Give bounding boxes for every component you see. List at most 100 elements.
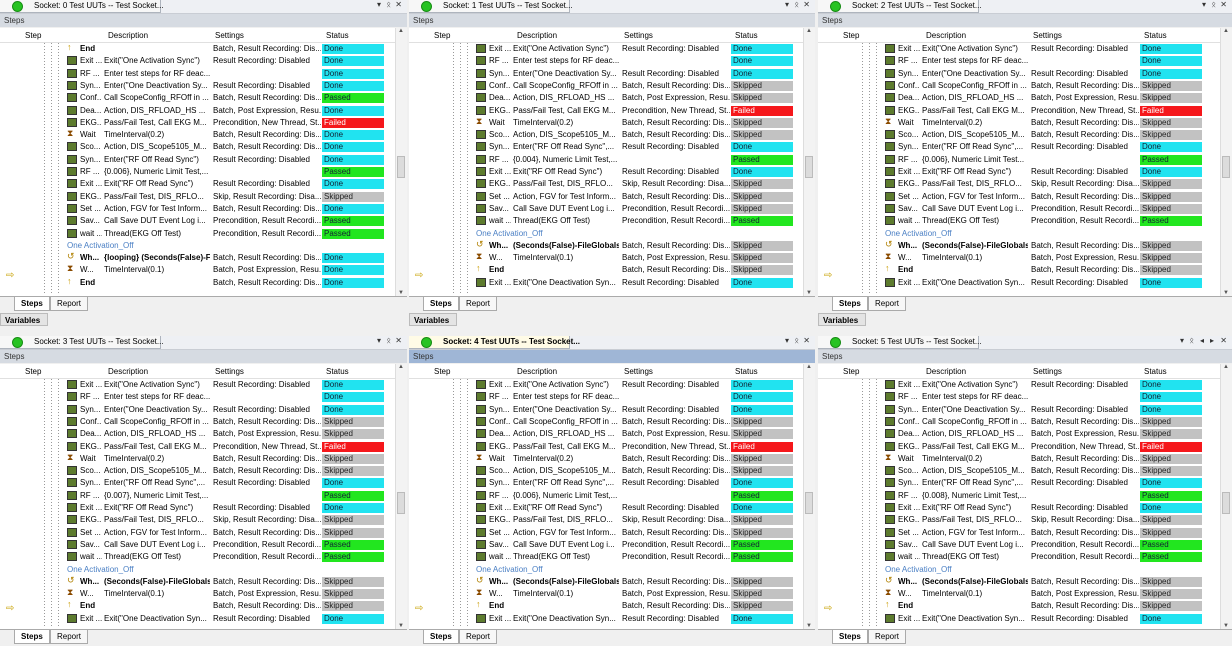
table-row[interactable]: Syn... Enter("RF Off Read Sync") Result Re… <box>0 154 395 166</box>
column-header-status[interactable]: Status <box>326 31 349 40</box>
table-row[interactable]: Exit ... Exit("One Activation Sync") Resul… <box>0 379 395 391</box>
steps-grid[interactable]: Step Description Settings Status Exit ... Exi… <box>409 364 815 630</box>
dropdown-icon[interactable]: ▾ <box>377 0 381 9</box>
table-row[interactable]: ↺ Wh... (Seconds(False)-FileGlobals... Batc… <box>409 239 803 252</box>
close-icon[interactable]: ✕ <box>395 336 402 345</box>
table-row[interactable]: Dea... Action, DIS_RFLOAD_HS ... Batch, Po… <box>409 92 803 104</box>
dropdown-icon[interactable]: ▾ <box>1180 336 1184 345</box>
table-row[interactable]: Syn... Enter("RF Off Read Sync",... Result… <box>0 477 395 489</box>
close-icon[interactable]: ✕ <box>1220 336 1227 345</box>
table-row[interactable]: ↑ End Batch, Result Recording: Dis... Skipp… <box>0 599 395 612</box>
table-row[interactable]: Dea... Action, DIS_RFLOAD_HS ... Batch, Po… <box>818 92 1220 104</box>
table-row[interactable]: ⧗ Wait TimeInterval(0.2) Batch, Result Reco… <box>818 452 1220 465</box>
tab-report[interactable]: Report <box>50 630 89 644</box>
tab-steps[interactable]: Steps <box>14 630 50 644</box>
variables-pane-tab[interactable]: Variables <box>818 313 866 326</box>
column-header-settings[interactable]: Settings <box>215 367 244 376</box>
close-icon[interactable]: ✕ <box>803 336 810 345</box>
column-header-settings[interactable]: Settings <box>1033 367 1062 376</box>
table-row[interactable]: ↺ Wh... (Seconds(False)-FileGlobals... Batc… <box>409 575 803 588</box>
column-header-status[interactable]: Status <box>1144 367 1167 376</box>
table-row[interactable]: ↺ Wh... (Seconds(False)-FileGlobals... Batc… <box>818 239 1220 252</box>
scroll-down-icon[interactable]: ▼ <box>398 290 404 296</box>
scroll-up-icon[interactable]: ▲ <box>1223 364 1229 370</box>
table-row[interactable]: Sav... Call Save DUT Event Log i... Precon… <box>818 203 1220 215</box>
socket-tab[interactable]: Socket: 1 Test UUTs -- Test Socket... <box>409 0 573 13</box>
column-header-step[interactable]: Step <box>843 367 859 376</box>
table-row[interactable]: EKG... Pass/Fail Test, Call EKG M... Preco… <box>409 105 803 117</box>
scroll-up-icon[interactable]: ▲ <box>398 28 404 34</box>
table-row[interactable]: Syn... Enter("RF Off Read Sync",... Result… <box>409 141 803 153</box>
table-row[interactable]: wait ... Thread(EKG Off Test) Precondition… <box>0 228 395 240</box>
table-row[interactable]: ⧗ W... TimeInterval(0.1) Batch, Post Expres… <box>409 587 803 600</box>
table-row[interactable]: RF ... Enter test steps for RF deac... Don… <box>818 391 1220 403</box>
table-row[interactable]: Syn... Enter("One Deactivation Sy... Resul… <box>818 404 1220 416</box>
scroll-thumb[interactable] <box>397 492 405 514</box>
pin-icon[interactable]: ᛟ <box>1189 336 1194 345</box>
table-row[interactable]: EKG... Pass/Fail Test, DIS_RFLO... Skip, R… <box>409 178 803 190</box>
tab-steps[interactable]: Steps <box>423 297 459 311</box>
column-header-step[interactable]: Step <box>25 367 41 376</box>
table-row[interactable]: Exit ... Exit("One Activation Sync") Resul… <box>818 379 1220 391</box>
table-row[interactable]: ⧗ Wait TimeInterval(0.2) Batch, Result Reco… <box>0 128 395 141</box>
column-header-step[interactable]: Step <box>25 31 41 40</box>
table-row[interactable]: ↑ End Batch, Result Recording: Dis... Skipp… <box>409 599 803 612</box>
table-row[interactable]: EKG... Pass/Fail Test, Call EKG M... Preco… <box>0 117 395 129</box>
pin-icon[interactable]: ᛟ <box>386 0 391 9</box>
table-row[interactable]: wait ... Thread(EKG Off Test) Precondition… <box>818 551 1220 563</box>
column-header-status[interactable]: Status <box>735 367 758 376</box>
table-row[interactable]: ⧗ Wait TimeInterval(0.2) Batch, Result Reco… <box>818 116 1220 129</box>
table-row[interactable]: ⧗ W... TimeInterval(0.1) Batch, Post Expres… <box>0 263 395 276</box>
scroll-down-icon[interactable]: ▼ <box>806 623 812 629</box>
table-row[interactable]: EKG... Pass/Fail Test, Call EKG M... Preco… <box>0 441 395 453</box>
table-row[interactable]: ↑ End Batch, Result Recording: Dis... Done <box>0 276 395 289</box>
table-row[interactable]: ⧗ Wait TimeInterval(0.2) Batch, Result Reco… <box>0 452 395 465</box>
table-row[interactable]: Sco... Action, DIS_Scope5105_M... Batch, R… <box>409 129 803 141</box>
table-row[interactable]: Sco... Action, DIS_Scope5105_M... Batch, R… <box>818 465 1220 477</box>
table-row[interactable]: Exit ... Exit("RF Off Read Sync") Result R… <box>818 166 1220 178</box>
column-header-status[interactable]: Status <box>326 367 349 376</box>
table-row[interactable]: Syn... Enter("One Deactivation Sy... Resul… <box>409 68 803 80</box>
scroll-down-icon[interactable]: ▼ <box>1223 623 1229 629</box>
tab-report[interactable]: Report <box>50 297 89 311</box>
table-row[interactable]: EKG... Pass/Fail Test, DIS_RFLO... Skip, R… <box>0 191 395 203</box>
steps-grid[interactable]: Step Description Settings Status Exit ... Exi… <box>0 364 407 630</box>
table-row[interactable]: Dea... Action, DIS_RFLOAD_HS ... Batch, Po… <box>409 428 803 440</box>
steps-grid[interactable]: Step Description Settings Status ↑ End Batch, … <box>0 28 407 297</box>
table-row[interactable]: Exit ... Exit("RF Off Read Sync") Result R… <box>409 502 803 514</box>
table-row[interactable]: EKG... Pass/Fail Test, Call EKG M... Preco… <box>818 105 1220 117</box>
scroll-thumb[interactable] <box>1222 156 1230 178</box>
table-row[interactable]: Exit ... Exit("RF Off Read Sync") Result R… <box>818 502 1220 514</box>
table-row[interactable]: EKG... Pass/Fail Test, DIS_RFLO... Skip, R… <box>0 514 395 526</box>
table-row[interactable]: EKG... Pass/Fail Test, DIS_RFLO... Skip, R… <box>409 514 803 526</box>
dropdown-icon[interactable]: ▾ <box>785 336 789 345</box>
table-row[interactable]: Syn... Enter("RF Off Read Sync",... Result… <box>818 141 1220 153</box>
table-row[interactable]: Set ... Action, FGV for Test Inform... Bat… <box>409 191 803 203</box>
scroll-down-icon[interactable]: ▼ <box>806 290 812 296</box>
column-header-description[interactable]: Description <box>517 31 557 40</box>
vertical-scrollbar[interactable]: ▲ ▼ <box>803 364 815 629</box>
scroll-thumb[interactable] <box>397 156 405 178</box>
table-row[interactable]: Sco... Action, DIS_Scope5105_M... Batch, R… <box>0 141 395 153</box>
scroll-thumb[interactable] <box>805 492 813 514</box>
table-row[interactable]: Set ... Action, FGV for Test Inform... Bat… <box>818 527 1220 539</box>
column-header-settings[interactable]: Settings <box>1033 31 1062 40</box>
table-row[interactable]: ↑ End Batch, Result Recording: Dis... Skipp… <box>818 263 1220 276</box>
steps-grid[interactable]: Step Description Settings Status Exit ... Exi… <box>818 28 1232 297</box>
table-row[interactable]: Conf... Call ScopeConfig_RFOff in ... Batc… <box>0 92 395 104</box>
table-row[interactable]: Exit ... Exit("One Deactivation Syn... Res… <box>409 277 803 289</box>
scroll-up-icon[interactable]: ▲ <box>806 28 812 34</box>
table-row[interactable]: ↺ Wh... {looping} (Seconds(False)-Fi... Bat… <box>0 251 395 264</box>
tab-report[interactable]: Report <box>868 297 907 311</box>
dropdown-icon[interactable]: ▾ <box>377 336 381 345</box>
table-row[interactable]: Exit ... Exit("One Activation Sync") Resul… <box>818 43 1220 55</box>
table-row[interactable]: ⧗ W... TimeInterval(0.1) Batch, Post Expres… <box>818 587 1220 600</box>
steps-grid[interactable]: Step Description Settings Status Exit ... Exi… <box>409 28 815 297</box>
socket-tab[interactable]: Socket: 0 Test UUTs -- Test Socket... <box>0 0 164 13</box>
column-header-settings[interactable]: Settings <box>624 31 653 40</box>
vertical-scrollbar[interactable]: ▲ ▼ <box>803 28 815 296</box>
tab-report[interactable]: Report <box>459 630 498 644</box>
table-row[interactable]: Conf... Call ScopeConfig_RFOff in ... Batc… <box>818 80 1220 92</box>
table-row[interactable]: Sav... Call Save DUT Event Log i... Precon… <box>0 215 395 227</box>
table-row[interactable]: ⧗ W... TimeInterval(0.1) Batch, Post Expres… <box>409 251 803 264</box>
